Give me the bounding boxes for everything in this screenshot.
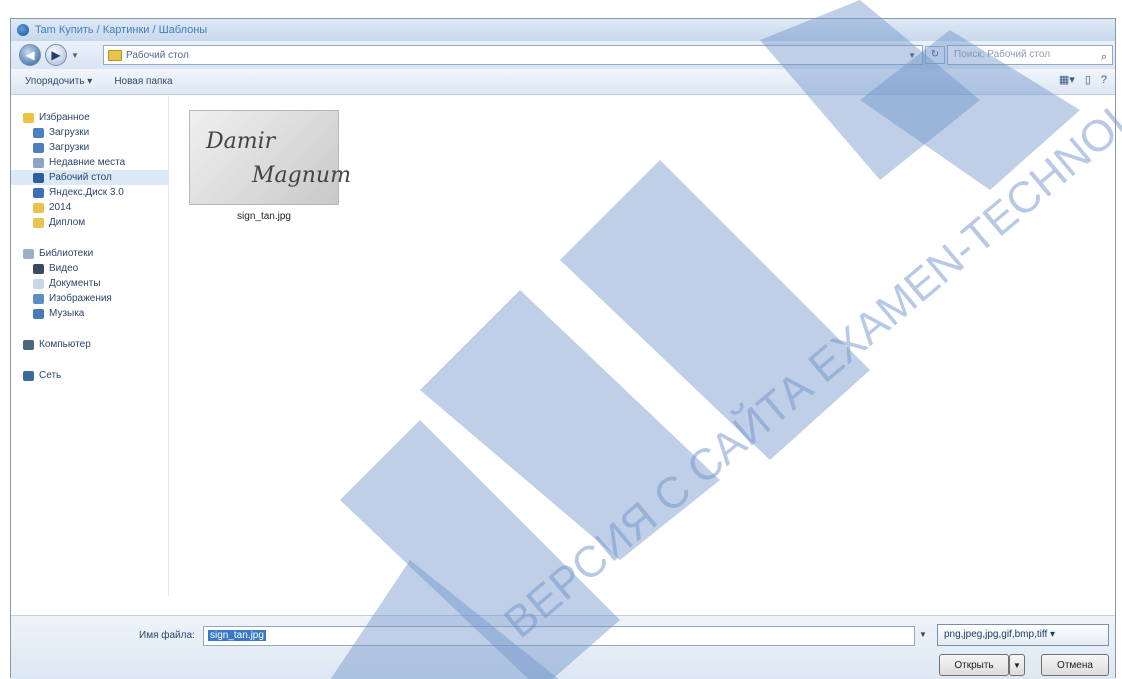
thumbnail-text-1: Damir	[206, 129, 276, 154]
preview-pane-icon[interactable]: ▯	[1085, 73, 1091, 86]
sidebar-item-label: Рабочий стол	[49, 172, 112, 183]
search-input[interactable]: Поиск: Рабочий стол ⌕	[947, 45, 1113, 65]
recent-places-icon	[33, 157, 44, 168]
app-icon	[17, 24, 29, 36]
sidebar-item-label: Загрузки	[49, 142, 90, 153]
open-dropdown-icon[interactable]: ▼	[1009, 654, 1025, 676]
help-icon[interactable]: ?	[1101, 74, 1107, 86]
sidebar-item-label: Яндекс.Диск 3.0	[49, 187, 124, 198]
sidebar-item-downloads[interactable]: Загрузки	[11, 125, 168, 140]
sidebar-item-network[interactable]: Сеть	[11, 368, 168, 383]
folder-icon	[33, 202, 44, 213]
sidebar-item-images[interactable]: Изображения	[11, 291, 168, 306]
cancel-button[interactable]: Отмена	[1041, 654, 1109, 676]
file-list: Damir Magnum sign_tan.jpg	[171, 96, 1115, 616]
sidebar-item-diploma[interactable]: Диплом	[11, 215, 168, 230]
sidebar-item-computer[interactable]: Компьютер	[11, 337, 168, 352]
sidebar-item-label: Избранное	[39, 112, 90, 123]
downloads-icon	[33, 127, 44, 138]
filename-value: sign_tan.jpg	[208, 630, 266, 641]
network-icon	[23, 370, 34, 381]
navigation-pane: Избранное Загрузки Загрузки Недавние мес…	[11, 96, 169, 596]
search-icon[interactable]: ⌕	[1101, 48, 1107, 66]
organize-button[interactable]: Упорядочить ▾	[25, 76, 92, 87]
dialog-footer: Имя файла: sign_tan.jpg ▼ png,jpeg,jpg,g…	[11, 615, 1115, 679]
title-bar: Tam Купить / Картинки / Шаблоны	[11, 19, 1115, 41]
sidebar-item-documents[interactable]: Документы	[11, 276, 168, 291]
documents-icon	[33, 278, 44, 289]
command-toolbar: Упорядочить ▾ Новая папка ▦▾ ▯ ?	[11, 69, 1115, 95]
sidebar-item-downloads-2[interactable]: Загрузки	[11, 140, 168, 155]
downloads-icon	[33, 142, 44, 153]
folder-icon	[33, 217, 44, 228]
sidebar-item-label: 2014	[49, 202, 72, 213]
navigation-bar: ◀ ▶ ▼ Рабочий стол ▼ ↻ Поиск: Рабочий ст…	[11, 41, 1115, 69]
desktop-icon	[33, 172, 44, 183]
sidebar-item-label: Сеть	[39, 370, 62, 381]
sidebar-item-label: Недавние места	[49, 157, 126, 168]
sidebar-item-label: Диплом	[49, 217, 86, 228]
folder-icon	[108, 49, 122, 61]
music-icon	[33, 308, 44, 319]
sidebar-item-recent-places[interactable]: Недавние места	[11, 155, 168, 170]
star-icon	[23, 112, 34, 123]
computer-group: Компьютер	[11, 337, 168, 352]
sidebar-item-label: Компьютер	[39, 339, 91, 350]
sidebar-item-favorites[interactable]: Избранное	[11, 110, 168, 125]
network-group: Сеть	[11, 368, 168, 383]
sidebar-item-label: Документы	[49, 278, 101, 289]
toolbar-right: ▦▾ ▯ ?	[1059, 73, 1107, 87]
computer-icon	[23, 339, 34, 350]
file-type-select[interactable]: png,jpeg,jpg,gif,bmp,tiff ▾	[937, 624, 1109, 646]
view-options-icon[interactable]: ▦▾	[1059, 73, 1075, 86]
sidebar-item-label: Библиотеки	[39, 248, 94, 259]
address-bar[interactable]: Рабочий стол ▼	[103, 45, 923, 65]
sidebar-item-label: Музыка	[49, 308, 85, 319]
thumbnail-text-2: Magnum	[252, 163, 351, 188]
address-path: Рабочий стол	[126, 49, 189, 61]
chevron-down-icon[interactable]: ▼	[908, 51, 916, 60]
file-open-dialog: Tam Купить / Картинки / Шаблоны ◀ ▶ ▼ Ра…	[10, 18, 1116, 679]
sidebar-item-2014[interactable]: 2014	[11, 200, 168, 215]
sidebar-item-video[interactable]: Видео	[11, 261, 168, 276]
forward-icon[interactable]: ▶	[45, 44, 67, 66]
filename-label: Имя файла:	[139, 630, 195, 641]
sidebar-item-libraries[interactable]: Библиотеки	[11, 246, 168, 261]
sidebar-item-label: Видео	[49, 263, 79, 274]
sidebar-item-yandex-disk[interactable]: Яндекс.Диск 3.0	[11, 185, 168, 200]
cloud-folder-icon	[33, 187, 44, 198]
file-item[interactable]: Damir Magnum sign_tan.jpg	[189, 110, 351, 222]
sidebar-item-music[interactable]: Музыка	[11, 306, 168, 321]
filename-input[interactable]: sign_tan.jpg	[203, 626, 915, 646]
sidebar-item-desktop[interactable]: Рабочий стол	[11, 170, 168, 185]
sidebar-item-label: Загрузки	[49, 127, 90, 138]
back-icon[interactable]: ◀	[19, 44, 41, 66]
history-dropdown-icon[interactable]: ▼	[71, 51, 79, 60]
images-icon	[33, 293, 44, 304]
refresh-icon[interactable]: ↻	[925, 46, 945, 64]
file-thumbnail: Damir Magnum	[189, 110, 351, 205]
filename-dropdown-icon[interactable]: ▼	[919, 630, 927, 639]
window-title: Tam Купить / Картинки / Шаблоны	[35, 24, 208, 36]
libraries-group: Библиотеки Видео Документы Изображения М…	[11, 246, 168, 321]
search-placeholder: Поиск: Рабочий стол	[954, 49, 1051, 60]
video-icon	[33, 263, 44, 274]
new-folder-button[interactable]: Новая папка	[114, 76, 172, 87]
open-button[interactable]: Открыть	[939, 654, 1009, 676]
favorites-group: Избранное Загрузки Загрузки Недавние мес…	[11, 110, 168, 230]
file-name: sign_tan.jpg	[237, 211, 291, 222]
library-icon	[23, 248, 34, 259]
sidebar-item-label: Изображения	[49, 293, 112, 304]
